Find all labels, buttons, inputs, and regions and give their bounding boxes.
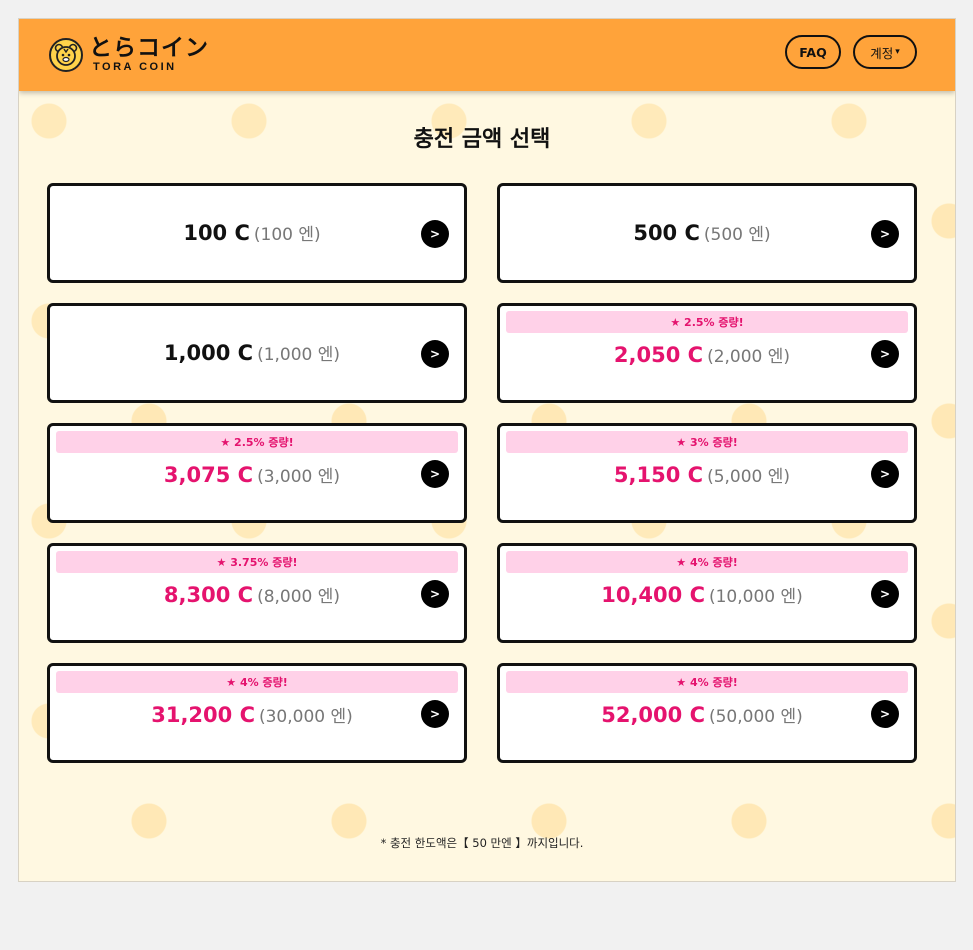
coin-amount: 2,050 C [613, 343, 704, 367]
amount-option-card[interactable]: ★ 4% 증량! 10,400 C (10,000 엔) > [497, 543, 917, 643]
amount-text: 10,400 C (10,000 엔) [500, 582, 904, 607]
charge-limit-note: * 충전 한도액은【 50 만엔 】까지입니다. [380, 836, 584, 850]
bonus-badge: ★ 4% 증량! [56, 671, 458, 693]
bonus-badge: ★ 4% 증량! [506, 671, 908, 693]
yen-price: (10,000 엔) [708, 587, 803, 607]
yen-price: (100 엔) [253, 225, 321, 245]
yen-price: (2,000 엔) [707, 347, 791, 367]
coin-amount: 52,000 C [601, 703, 705, 727]
arrow-right-icon[interactable]: > [421, 220, 449, 248]
coin-amount: 1,000 C [163, 341, 254, 365]
account-menu-label: 계정 [870, 45, 894, 61]
amount-option-card[interactable]: 100 C (100 엔) > [47, 183, 467, 283]
caret-down-icon: ▾ [895, 47, 900, 57]
page-title: 충전 금액 선택 [413, 127, 551, 152]
amount-option-card[interactable]: 1,000 C (1,000 엔) > [47, 303, 467, 403]
faq-button[interactable]: FAQ [785, 35, 841, 69]
amount-text: 1,000 C (1,000 엔) [50, 340, 454, 365]
amount-text: 2,050 C (2,000 엔) [500, 342, 904, 367]
account-menu-button[interactable]: 계정 ▾ [853, 35, 917, 69]
amount-text: 52,000 C (50,000 엔) [500, 702, 904, 727]
yen-price: (8,000 엔) [257, 587, 341, 607]
amount-option-card[interactable]: ★ 4% 증량! 52,000 C (50,000 엔) > [497, 663, 917, 763]
arrow-right-icon[interactable]: > [871, 460, 899, 488]
bonus-badge: ★ 3.75% 증량! [56, 551, 458, 573]
arrow-right-icon[interactable]: > [421, 460, 449, 488]
arrow-right-icon[interactable]: > [421, 340, 449, 368]
yen-price: (5,000 엔) [707, 467, 791, 487]
amount-text: 500 C (500 엔) [500, 220, 904, 245]
coin-amount: 31,200 C [151, 703, 255, 727]
arrow-right-icon[interactable]: > [421, 580, 449, 608]
amount-option-card[interactable]: ★ 4% 증량! 31,200 C (30,000 엔) > [47, 663, 467, 763]
amount-option-card[interactable]: 500 C (500 엔) > [497, 183, 917, 283]
amount-text: 5,150 C (5,000 엔) [500, 462, 904, 487]
arrow-right-icon[interactable]: > [421, 700, 449, 728]
amount-text: 3,075 C (3,000 엔) [50, 462, 454, 487]
arrow-right-icon[interactable]: > [871, 580, 899, 608]
arrow-right-icon[interactable]: > [871, 220, 899, 248]
bonus-badge: ★ 4% 증량! [506, 551, 908, 573]
bonus-badge: ★ 2.5% 증량! [56, 431, 458, 453]
yen-price: (1,000 엔) [257, 345, 341, 365]
logo-text: とらコイン [89, 35, 209, 61]
coin-amount: 10,400 C [601, 583, 705, 607]
yen-price: (50,000 엔) [708, 707, 803, 727]
tiger-coin-icon [49, 38, 83, 72]
coin-amount: 3,075 C [163, 463, 254, 487]
header-bar: とらコイン TORA COIN FAQ 계정 ▾ [19, 19, 955, 91]
logo[interactable]: とらコイン TORA COIN [49, 34, 209, 76]
amount-option-card[interactable]: ★ 2.5% 증량! 3,075 C (3,000 엔) > [47, 423, 467, 523]
yen-price: (3,000 엔) [257, 467, 341, 487]
yen-price: (500 엔) [703, 225, 771, 245]
arrow-right-icon[interactable]: > [871, 340, 899, 368]
amount-option-card[interactable]: ★ 3% 증량! 5,150 C (5,000 엔) > [497, 423, 917, 523]
app-frame: とらコイン TORA COIN FAQ 계정 ▾ 충전 금액 선택 100 C(… [18, 18, 956, 882]
logo-subtext: TORA COIN [93, 61, 177, 73]
amount-option-card[interactable]: ★ 2.5% 증량! 2,050 C (2,000 엔) > [497, 303, 917, 403]
coin-amount: 100 C [183, 221, 250, 245]
coin-amount: 5,150 C [613, 463, 704, 487]
amount-text: 31,200 C (30,000 엔) [50, 702, 454, 727]
coin-amount: 500 C [633, 221, 700, 245]
arrow-right-icon[interactable]: > [871, 700, 899, 728]
bonus-badge: ★ 2.5% 증량! [506, 311, 908, 333]
amount-text: 8,300 C (8,000 엔) [50, 582, 454, 607]
amount-text: 100 C (100 엔) [50, 220, 454, 245]
coin-amount: 8,300 C [163, 583, 254, 607]
yen-price: (30,000 엔) [258, 707, 353, 727]
bonus-badge: ★ 3% 증량! [506, 431, 908, 453]
amount-option-card[interactable]: ★ 3.75% 증량! 8,300 C (8,000 엔) > [47, 543, 467, 643]
